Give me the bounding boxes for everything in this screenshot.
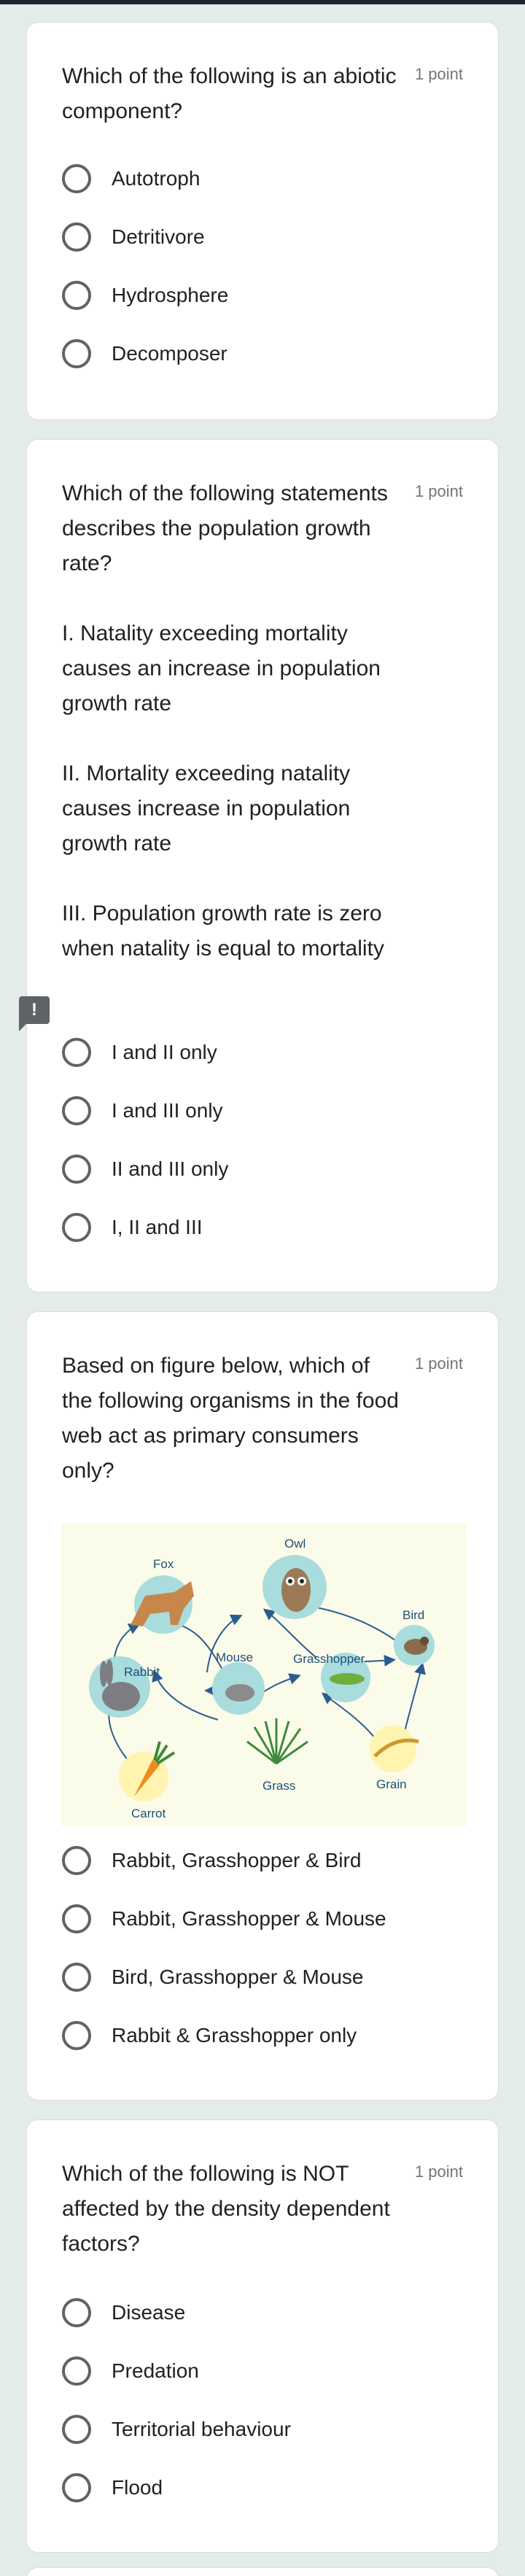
option-rabbit-grasshopper-mouse[interactable]: Rabbit, Grasshopper & Mouse: [62, 1901, 386, 1936]
label-fox: Fox: [153, 1557, 174, 1571]
option-label: I, II and III: [112, 1216, 203, 1238]
label-grain: Grain: [376, 1777, 407, 1791]
question-card-1: Which of the following is an abiotic com…: [26, 22, 499, 420]
question-card-4: Which of the following is NOT affected b…: [26, 2119, 499, 2553]
question-text: Which of the following is an abiotic com…: [62, 64, 397, 123]
option-ii-and-iii-only[interactable]: II and III only: [62, 1152, 228, 1187]
radio-button[interactable]: [62, 2356, 91, 2386]
owl-body: [281, 1568, 311, 1612]
option-rabbit-grasshopper-bird[interactable]: Rabbit, Grasshopper & Bird: [62, 1843, 361, 1878]
radio-button[interactable]: [62, 2415, 91, 2444]
exclamation-icon[interactable]: !: [19, 996, 50, 1031]
label-mouse: Mouse: [216, 1650, 253, 1664]
radio-button[interactable]: [62, 164, 91, 193]
option-territorial-behaviour[interactable]: Territorial behaviour: [62, 2412, 291, 2447]
option-i-and-iii-only[interactable]: I and III only: [62, 1093, 223, 1128]
option-label: Hydrosphere: [112, 284, 229, 306]
option-i-ii-and-iii[interactable]: I, II and III: [62, 1210, 203, 1245]
label-carrot: Carrot: [131, 1807, 166, 1820]
option-label: Predation: [112, 2359, 199, 2382]
label-grasshopper: Grasshopper: [293, 1652, 365, 1666]
option-label: Bird, Grasshopper & Mouse: [112, 1966, 364, 1988]
next-card-edge: [26, 2567, 499, 2576]
question-text: Which of the following statements descri…: [62, 481, 388, 961]
label-rabbit: Rabbit: [124, 1665, 160, 1679]
grain-icon: [370, 1726, 416, 1772]
option-label: Rabbit, Grasshopper & Bird: [112, 1849, 362, 1871]
radio-button[interactable]: [62, 1038, 91, 1067]
carrot-icon: [119, 1752, 168, 1801]
radio-button[interactable]: [62, 1963, 91, 1992]
option-flood[interactable]: Flood: [62, 2470, 163, 2505]
option-i-and-ii-only[interactable]: I and II only: [62, 1035, 217, 1070]
label-grass: Grass: [262, 1779, 295, 1793]
radio-button[interactable]: [62, 281, 91, 310]
food-web-diagram: Fox Owl Bird Rabbit Mouse Grasshopper Gr…: [61, 1523, 467, 1826]
top-bar: [0, 0, 525, 4]
option-label: Territorial behaviour: [112, 2418, 291, 2440]
option-disease[interactable]: Disease: [62, 2295, 185, 2330]
points-label: 1 point: [414, 2162, 463, 2181]
grasshopper-body: [330, 1673, 365, 1685]
question-card-2: Which of the following statements descri…: [26, 439, 499, 1292]
radio-button[interactable]: [62, 2298, 91, 2327]
rabbit-body: [102, 1682, 140, 1711]
radio-button[interactable]: [62, 2021, 91, 2050]
points-label: 1 point: [414, 482, 463, 500]
label-owl: Owl: [284, 1537, 306, 1551]
option-rabbit-grasshopper-only[interactable]: Rabbit & Grasshopper only: [62, 2018, 357, 2053]
option-detritivore[interactable]: Detritivore: [62, 220, 205, 255]
option-label: Autotroph: [112, 167, 201, 190]
food-web-figure: Fox Owl Bird Rabbit Mouse Grasshopper Gr…: [61, 1523, 467, 1826]
option-decomposer[interactable]: Decomposer: [62, 336, 228, 371]
option-predation[interactable]: Predation: [62, 2354, 199, 2389]
radio-button[interactable]: [62, 339, 91, 368]
mouse-body: [225, 1684, 254, 1702]
option-label: Detritivore: [112, 225, 205, 248]
option-label: Rabbit & Grasshopper only: [112, 2024, 357, 2047]
option-label: I and III only: [112, 1099, 223, 1122]
question-text: Which of the following is NOT affected b…: [62, 2162, 390, 2256]
option-label: Flood: [112, 2476, 163, 2499]
points-label: 1 point: [414, 1354, 463, 1373]
option-label: I and II only: [112, 1041, 217, 1063]
option-label: Disease: [112, 2301, 186, 2324]
radio-button[interactable]: [62, 1155, 91, 1184]
radio-button[interactable]: [62, 222, 91, 252]
question-text: Based on figure below, which of the foll…: [62, 1354, 399, 1483]
radio-button[interactable]: [62, 2473, 91, 2502]
option-label: Rabbit, Grasshopper & Mouse: [112, 1907, 386, 1930]
radio-button[interactable]: [62, 1904, 91, 1933]
radio-button[interactable]: [62, 1096, 91, 1125]
option-label: Decomposer: [112, 342, 228, 365]
radio-button[interactable]: [62, 1846, 91, 1875]
label-bird: Bird: [402, 1608, 424, 1622]
option-bird-grasshopper-mouse[interactable]: Bird, Grasshopper & Mouse: [62, 1960, 364, 1995]
points-label: 1 point: [414, 65, 463, 83]
radio-button[interactable]: [62, 1213, 91, 1242]
option-hydrosphere[interactable]: Hydrosphere: [62, 278, 228, 313]
option-autotroph[interactable]: Autotroph: [62, 161, 200, 196]
option-label: II and III only: [112, 1157, 229, 1180]
